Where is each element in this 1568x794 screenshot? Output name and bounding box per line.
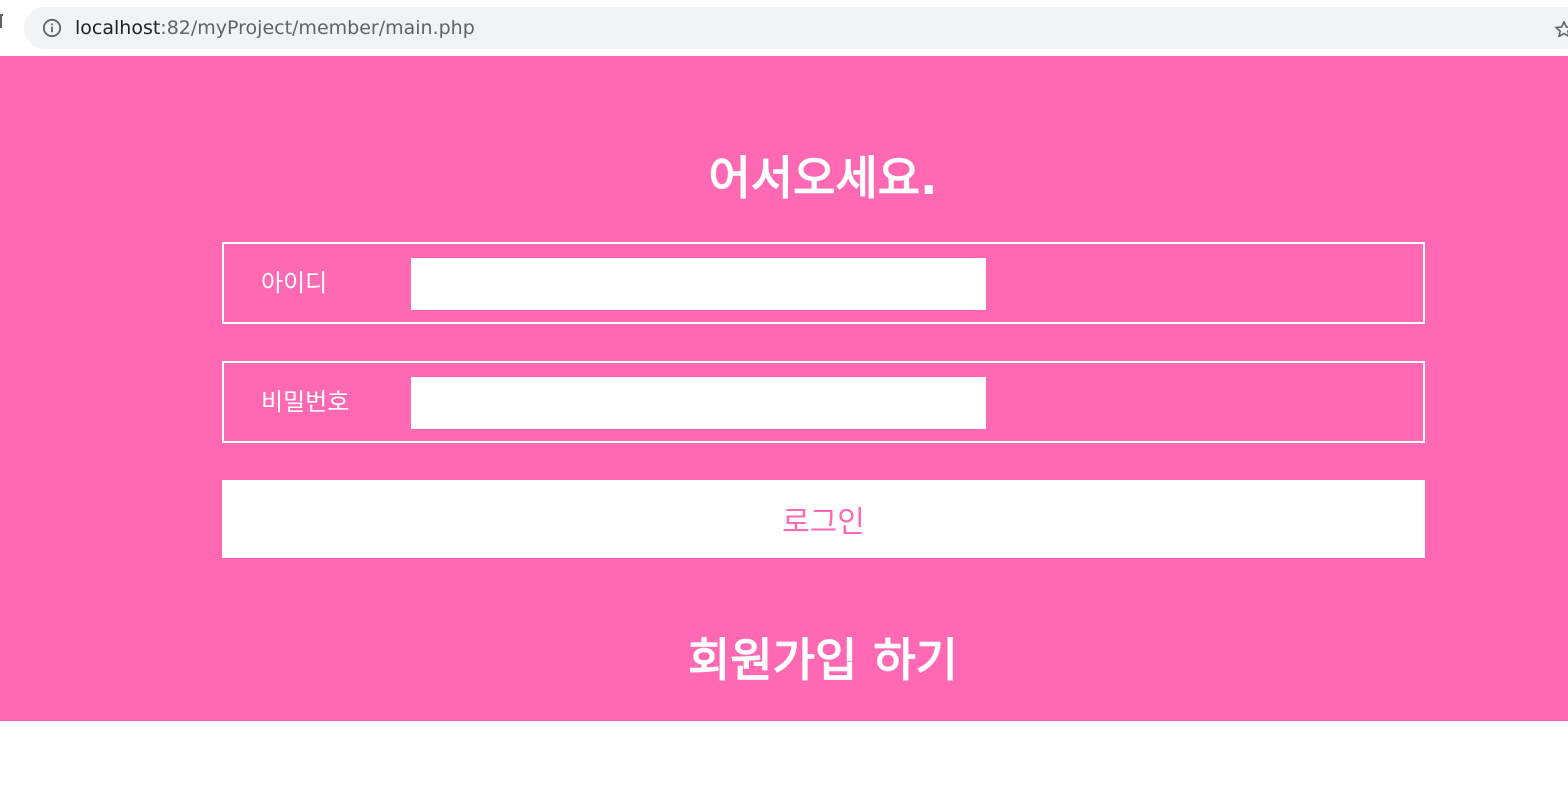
signup-link[interactable]: 회원가입 하기	[0, 630, 1568, 690]
star-icon[interactable]	[1554, 21, 1568, 37]
id-input[interactable]	[411, 258, 986, 310]
browser-toolbar: localhost:82/myProject/member/main.php	[0, 0, 1568, 56]
url-host: localhost	[75, 17, 161, 39]
password-input[interactable]	[411, 377, 986, 429]
login-button[interactable]: 로그인	[222, 480, 1425, 558]
page-title: 어서오세요.	[708, 151, 938, 205]
url-path: :82/myProject/member/main.php	[160, 17, 475, 39]
window-edge-mark	[0, 14, 3, 28]
address-bar[interactable]: localhost:82/myProject/member/main.php	[24, 7, 1568, 49]
info-icon[interactable]	[42, 18, 62, 38]
id-field-row: 아이디	[222, 242, 1425, 324]
url-text[interactable]: localhost:82/myProject/member/main.php	[75, 16, 475, 40]
id-label: 아이디	[261, 269, 328, 297]
login-page: 어서오세요. 아이디 비밀번호 로그인 회원가입 하기	[0, 56, 1568, 721]
password-field-row: 비밀번호	[222, 361, 1425, 443]
password-label: 비밀번호	[261, 388, 350, 416]
